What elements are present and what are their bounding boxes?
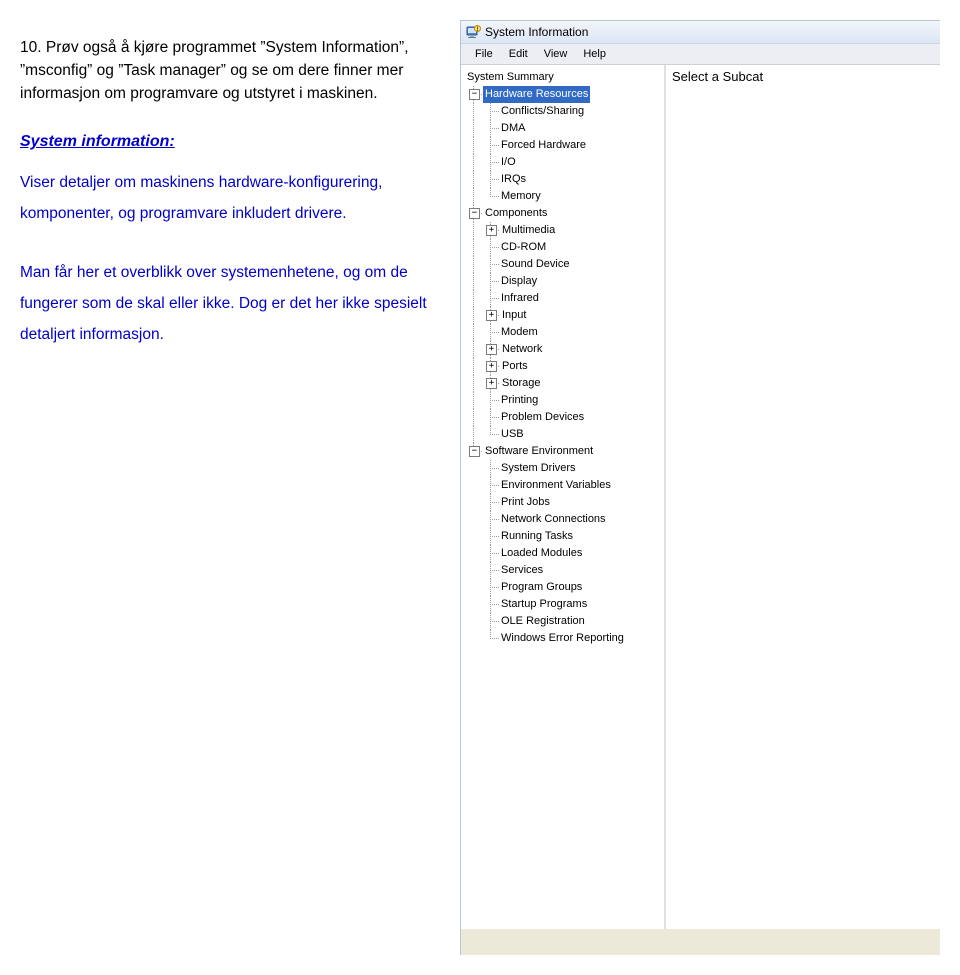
tree-loaded-modules[interactable]: Loaded Modules [499,545,584,562]
expand-icon[interactable]: + [486,310,497,321]
tree-problem-devices[interactable]: Problem Devices [499,409,586,426]
blue-paragraph-2: Man får her et overblikk over systemenhe… [20,257,440,350]
detail-panel: Select a Subcat [666,65,940,929]
tree-running-tasks[interactable]: Running Tasks [499,528,575,545]
tree-network-connections[interactable]: Network Connections [499,511,608,528]
collapse-icon[interactable]: − [469,208,480,219]
tree-io[interactable]: I/O [499,154,518,171]
tree-panel[interactable]: System Summary − Hardware Resources Conf… [461,65,666,929]
tree-hardware-resources[interactable]: Hardware Resources [483,86,590,103]
tree-memory[interactable]: Memory [499,188,543,205]
tree-display[interactable]: Display [499,273,539,290]
collapse-icon[interactable]: − [469,89,480,100]
expand-icon[interactable]: + [486,361,497,372]
tree-print-jobs[interactable]: Print Jobs [499,494,552,511]
menu-edit[interactable]: Edit [501,46,536,62]
tree-network[interactable]: Network [500,341,544,358]
tree-cdrom[interactable]: CD-ROM [499,239,548,256]
tree-components[interactable]: Components [483,205,549,222]
expand-icon[interactable]: + [486,225,497,236]
tree-system-summary[interactable]: System Summary [465,69,556,86]
menu-help[interactable]: Help [575,46,614,62]
detail-text: Select a Subcat [672,69,763,84]
section-heading: System information: [20,133,440,151]
tree-system-drivers[interactable]: System Drivers [499,460,578,477]
tree-software-environment[interactable]: Software Environment [483,443,595,460]
tree-windows-error-reporting[interactable]: Windows Error Reporting [499,630,626,647]
tree-ports[interactable]: Ports [500,358,530,375]
expand-icon[interactable]: + [486,344,497,355]
tree-multimedia[interactable]: Multimedia [500,222,557,239]
sysinfo-window: System Information File Edit View Help S… [460,20,940,955]
tree-forced-hardware[interactable]: Forced Hardware [499,137,588,154]
tree-storage[interactable]: Storage [500,375,543,392]
tree-irqs[interactable]: IRQs [499,171,528,188]
tree-startup-programs[interactable]: Startup Programs [499,596,589,613]
window-title: System Information [485,25,588,39]
sysinfo-icon [465,24,481,40]
tree-environment-variables[interactable]: Environment Variables [499,477,613,494]
menubar: File Edit View Help [461,44,940,65]
tree-infrared[interactable]: Infrared [499,290,541,307]
menu-view[interactable]: View [536,46,576,62]
tree-printing[interactable]: Printing [499,392,540,409]
task-paragraph: 10. Prøv også å kjøre programmet ”System… [20,36,440,106]
expand-icon[interactable]: + [486,378,497,389]
blue-paragraph-1: Viser detaljer om maskinens hardware-kon… [20,167,440,229]
titlebar[interactable]: System Information [461,21,940,44]
tree-dma[interactable]: DMA [499,120,527,137]
tree-conflicts-sharing[interactable]: Conflicts/Sharing [499,103,586,120]
tree-modem[interactable]: Modem [499,324,540,341]
task-text-part1: Prøv også å kjøre programmet [46,39,260,56]
tree-sound-device[interactable]: Sound Device [499,256,572,273]
tree-program-groups[interactable]: Program Groups [499,579,584,596]
tree-input[interactable]: Input [500,307,528,324]
task-number: 10. [20,39,42,56]
tree-ole-registration[interactable]: OLE Registration [499,613,587,630]
menu-file[interactable]: File [467,46,501,62]
collapse-icon[interactable]: − [469,446,480,457]
tree-services[interactable]: Services [499,562,545,579]
tree-usb[interactable]: USB [499,426,526,443]
